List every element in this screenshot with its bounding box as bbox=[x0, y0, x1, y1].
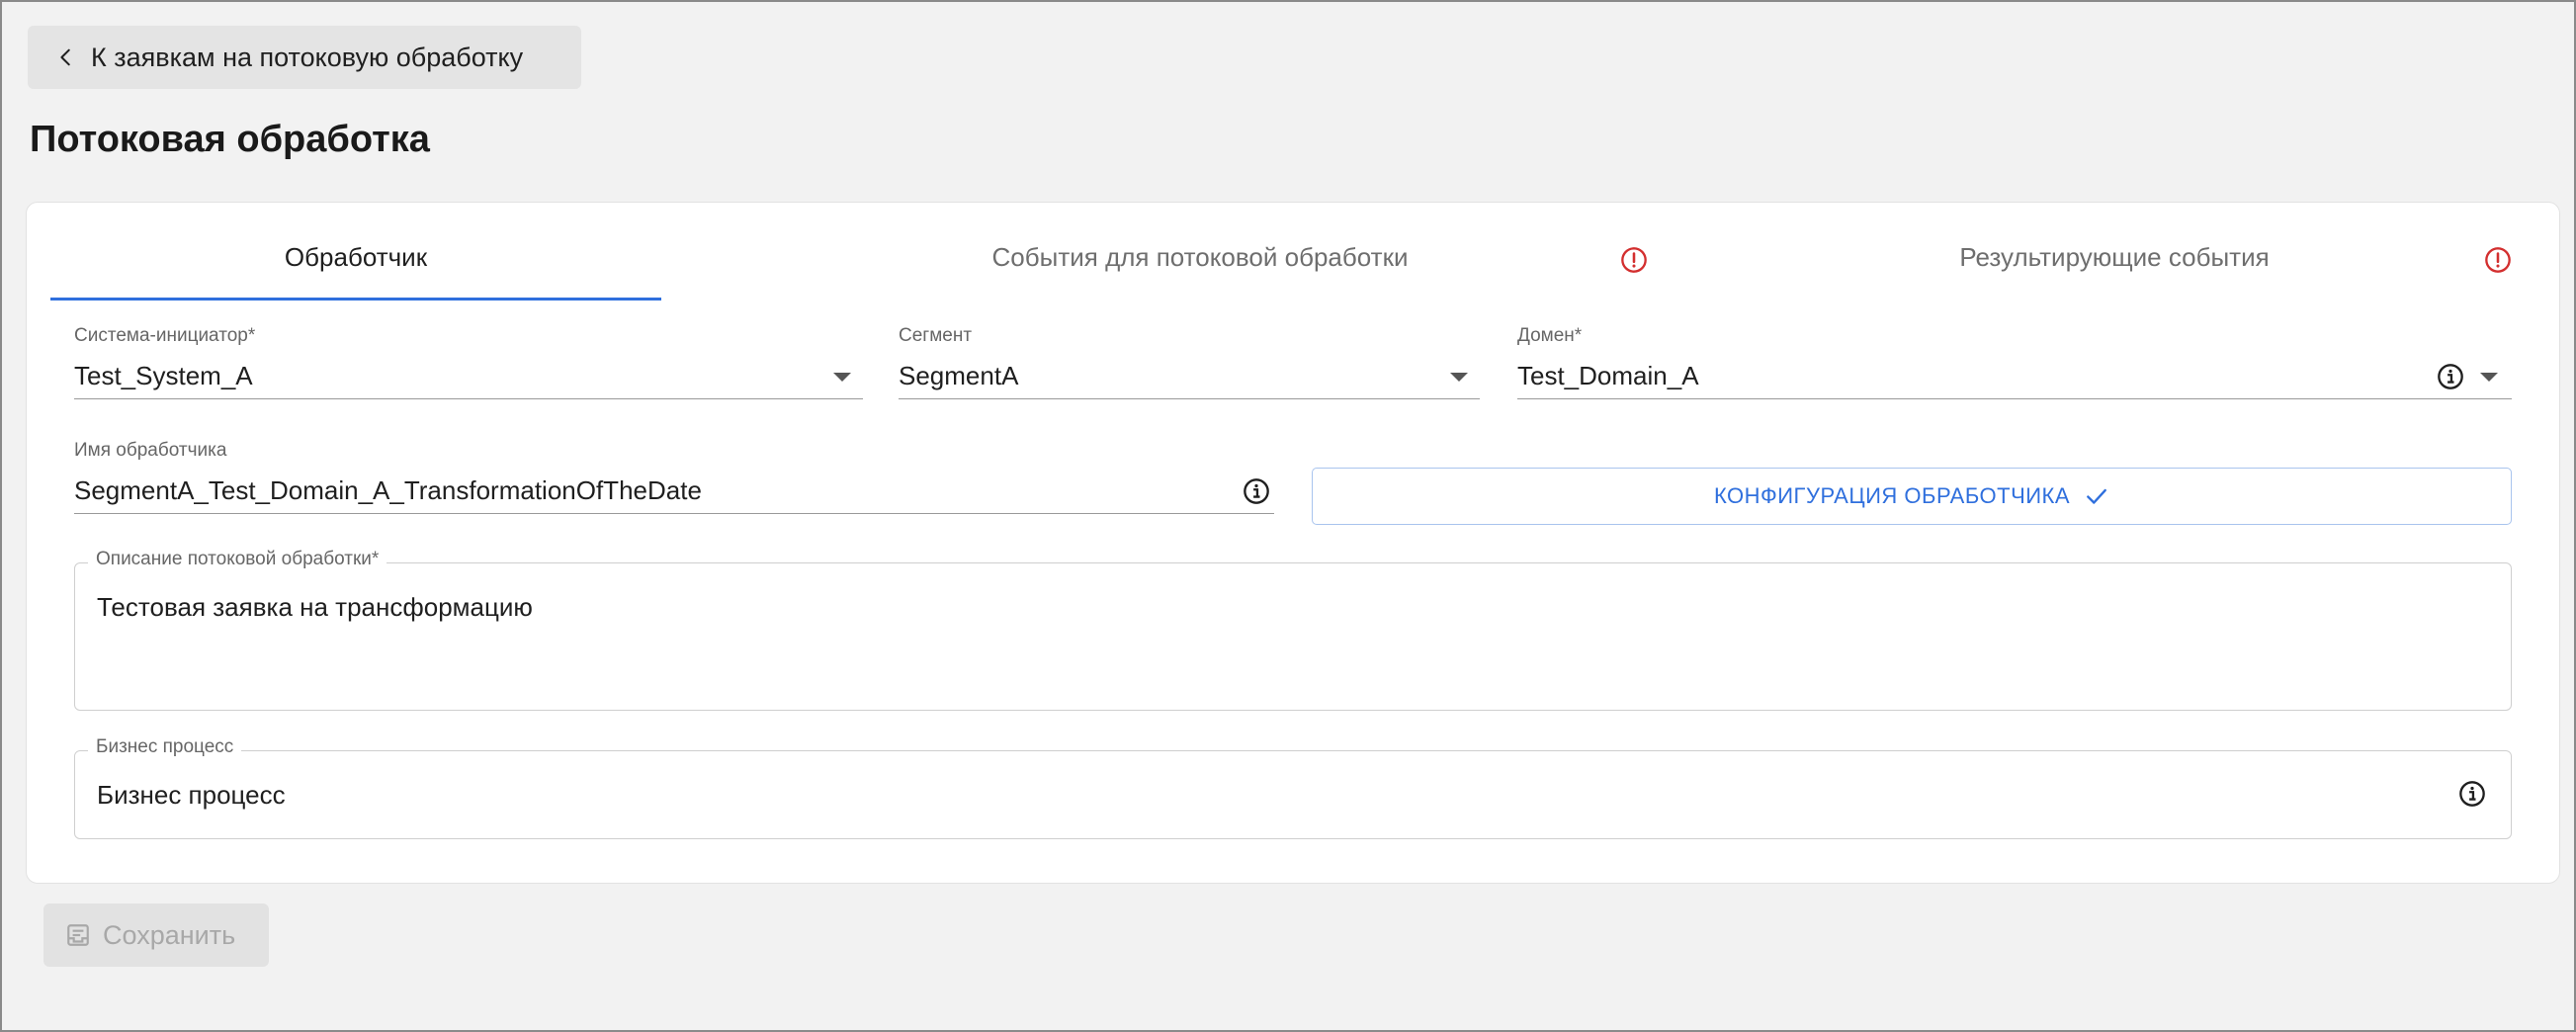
back-link-label: К заявкам на потоковую обработку bbox=[91, 42, 524, 72]
warning-icon bbox=[1621, 247, 1647, 273]
tab-stream-events[interactable]: События для потоковой обработки bbox=[661, 242, 1739, 303]
tab-result-events-label: Результирующие события bbox=[1959, 242, 2270, 272]
save-icon bbox=[67, 924, 89, 946]
initiator-system-underline bbox=[74, 398, 863, 399]
segment-underline bbox=[899, 398, 1480, 399]
handler-name-input[interactable]: SegmentA_Test_Domain_A_TransformationOfT… bbox=[74, 475, 702, 506]
required-mark: * bbox=[1574, 325, 1583, 346]
segment-label: Сегмент bbox=[899, 325, 973, 346]
dropdown-arrow-icon[interactable] bbox=[1450, 373, 1468, 382]
description-textarea[interactable] bbox=[74, 562, 2512, 711]
info-icon[interactable] bbox=[1243, 477, 1270, 505]
handler-name-underline bbox=[74, 513, 1274, 514]
tab-handler[interactable]: Обработчик bbox=[50, 242, 661, 303]
tab-handler-label: Обработчик bbox=[284, 242, 428, 272]
handler-name-label: Имя обработчика bbox=[74, 440, 227, 461]
required-mark: * bbox=[371, 549, 380, 569]
domain-underline bbox=[1517, 398, 2512, 399]
domain-label: Домен* bbox=[1517, 325, 1582, 347]
dropdown-arrow-icon[interactable] bbox=[2480, 373, 2498, 382]
dropdown-arrow-icon[interactable] bbox=[833, 373, 851, 382]
business-process-label: Бизнес процесс bbox=[88, 736, 242, 758]
domain-label-text: Домен bbox=[1517, 325, 1575, 346]
initiator-system-select[interactable]: Test_System_A bbox=[74, 361, 253, 391]
business-process-value: Бизнес процесс bbox=[97, 780, 286, 810]
page-title: Потоковая обработка bbox=[30, 119, 430, 160]
save-button-label: Сохранить bbox=[103, 919, 236, 950]
active-tab-indicator bbox=[50, 298, 661, 301]
save-button[interactable]: Сохранить bbox=[43, 903, 269, 967]
business-process-input[interactable] bbox=[74, 750, 2512, 839]
main-card: Обработчик События для потоковой обработ… bbox=[26, 202, 2560, 884]
required-mark: * bbox=[247, 325, 256, 346]
tab-result-events[interactable]: Результирующие события bbox=[1739, 242, 2490, 303]
description-label: Описание потоковой обработки* bbox=[88, 549, 387, 570]
info-icon[interactable] bbox=[2437, 363, 2464, 390]
domain-select[interactable]: Test_Domain_A bbox=[1517, 361, 1699, 391]
info-icon[interactable] bbox=[2458, 780, 2486, 808]
check-icon bbox=[2087, 488, 2106, 504]
description-label-text: Описание потоковой обработки bbox=[96, 549, 372, 569]
description-value: Тестовая заявка на трансформацию bbox=[97, 592, 533, 622]
back-to-requests-button[interactable]: К заявкам на потоковую обработку bbox=[28, 26, 581, 89]
segment-select[interactable]: SegmentA bbox=[899, 361, 1018, 391]
initiator-system-label: Система-инициатор* bbox=[74, 325, 255, 347]
chevron-left-icon bbox=[60, 48, 70, 66]
handler-config-button-label: КОНФИГУРАЦИЯ ОБРАБОТЧИКА bbox=[1713, 483, 2071, 508]
handler-config-button[interactable]: КОНФИГУРАЦИЯ ОБРАБОТЧИКА bbox=[1312, 468, 2512, 525]
initiator-system-label-text: Система-инициатор bbox=[74, 325, 248, 346]
tab-stream-events-label: События для потоковой обработки bbox=[991, 242, 1409, 272]
warning-icon bbox=[2485, 247, 2511, 273]
